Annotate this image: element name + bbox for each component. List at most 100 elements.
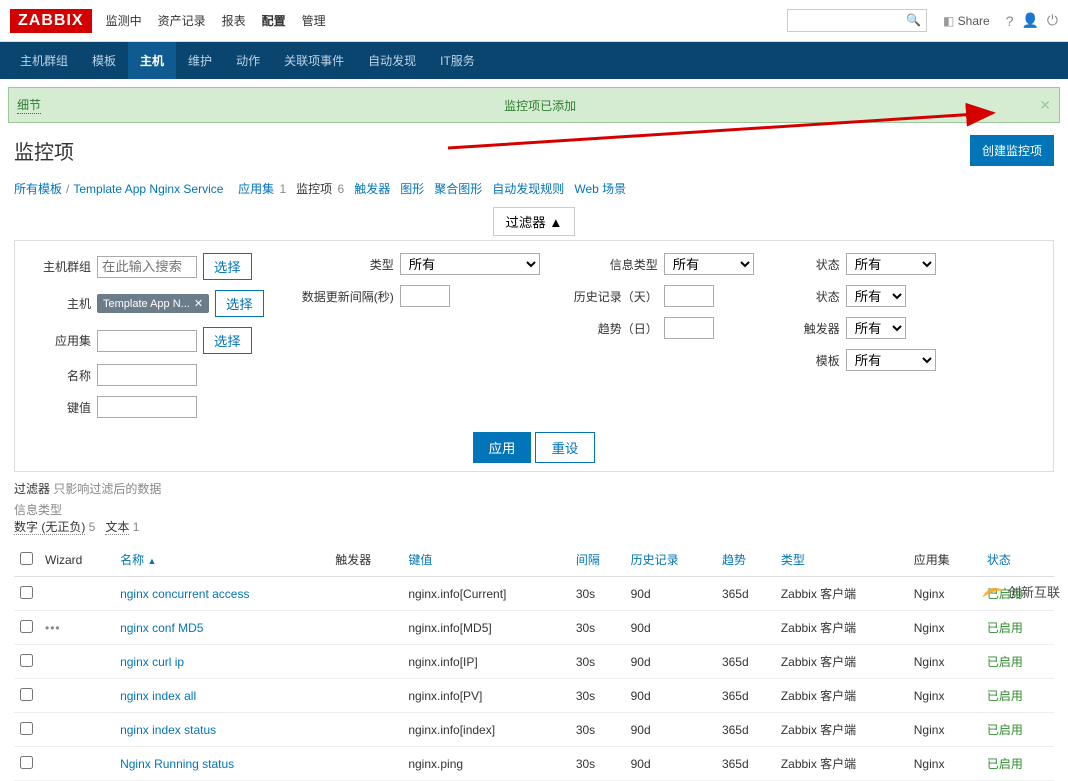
table-row: Nginx Running statusnginx.ping30s90d365d… (14, 747, 1054, 781)
status-link[interactable]: 已启用 (987, 655, 1023, 669)
interval-input[interactable] (400, 285, 450, 307)
user-icon[interactable]: 👤 (1021, 12, 1038, 29)
bc-自动发现规则[interactable]: 自动发现规则 (492, 182, 564, 196)
trigger-select[interactable]: 所有 (846, 317, 906, 339)
item-name-link[interactable]: nginx index status (120, 723, 216, 737)
row-checkbox[interactable] (20, 586, 33, 599)
topnav-资产记录[interactable]: 资产记录 (150, 6, 214, 35)
items-table: Wizard 名称 ▲ 触发器 键值 间隔 历史记录 趋势 类型 应用集 状态 … (14, 543, 1054, 781)
message-close-icon[interactable]: ✕ (1039, 97, 1051, 114)
breadcrumb: 所有模板 / Template App Nginx Service 应用集 1 … (0, 174, 1068, 203)
col-trend[interactable]: 趋势 (716, 543, 775, 577)
col-status[interactable]: 状态 (981, 543, 1054, 577)
type-select[interactable]: 所有 (400, 253, 540, 275)
bc-监控项[interactable]: 监控项 (296, 182, 332, 196)
sort-asc-icon: ▲ (147, 556, 156, 566)
info-types: 信息类型 数字 (无正负) 5 文本 1 (0, 499, 1068, 543)
status-link[interactable]: 已启用 (987, 723, 1023, 737)
topnav-管理[interactable]: 管理 (294, 6, 334, 35)
host-select-button[interactable]: 选择 (215, 290, 264, 317)
topbar-left: ZABBIX 监测中资产记录报表配置管理 (10, 6, 334, 35)
name-input[interactable] (97, 364, 197, 386)
subnav-主机群组[interactable]: 主机群组 (8, 42, 80, 79)
share-button[interactable]: ◧ Share (935, 11, 998, 31)
subnav-模板[interactable]: 模板 (80, 42, 128, 79)
bc-触发器[interactable]: 触发器 (354, 182, 390, 196)
item-name-link[interactable]: nginx conf MD5 (120, 621, 203, 635)
wizard-dots-icon[interactable]: ••• (45, 621, 61, 635)
info-type-select[interactable]: 所有 (664, 253, 754, 275)
host-badge[interactable]: Template App N...✕ (97, 294, 209, 313)
col-interval[interactable]: 间隔 (570, 543, 625, 577)
create-item-button[interactable]: 创建监控项 (970, 135, 1054, 166)
col-history[interactable]: 历史记录 (625, 543, 716, 577)
item-name-link[interactable]: nginx concurrent access (120, 587, 249, 601)
label-host: 主机 (35, 295, 91, 312)
subnav-动作[interactable]: 动作 (224, 42, 272, 79)
apply-button[interactable]: 应用 (473, 432, 532, 463)
col-key[interactable]: 键值 (402, 543, 569, 577)
reset-button[interactable]: 重设 (535, 432, 596, 463)
appset-input[interactable] (97, 330, 197, 352)
bc-all-templates[interactable]: 所有模板 (14, 180, 62, 197)
host-badge-remove-icon[interactable]: ✕ (194, 297, 203, 310)
info-type-text[interactable]: 文本 (105, 520, 129, 535)
hostgroup-select-button[interactable]: 选择 (203, 253, 252, 280)
filter-panel: 主机群组选择 主机Template App N...✕选择 应用集选择 名称 键… (14, 240, 1054, 472)
status1-select[interactable]: 所有 (846, 253, 936, 275)
status-link[interactable]: 已启用 (987, 621, 1023, 635)
row-checkbox[interactable] (20, 756, 33, 769)
topnav-监测中[interactable]: 监测中 (98, 6, 150, 35)
bc-聚合图形[interactable]: 聚合图形 (434, 182, 482, 196)
topnav-配置[interactable]: 配置 (254, 6, 294, 35)
topbar-right: 🔍 ◧ Share ? 👤 ⏻ (787, 9, 1058, 32)
bc-Web 场景[interactable]: Web 场景 (574, 182, 626, 196)
help-icon[interactable]: ? (1006, 13, 1014, 29)
bc-图形[interactable]: 图形 (400, 182, 424, 196)
appset-select-button[interactable]: 选择 (203, 327, 252, 354)
bc-template-name[interactable]: Template App Nginx Service (73, 182, 223, 196)
table-row: nginx concurrent accessnginx.info[Curren… (14, 577, 1054, 611)
subnav-维护[interactable]: 维护 (176, 42, 224, 79)
item-name-link[interactable]: Nginx Running status (120, 757, 234, 771)
trend-input[interactable] (664, 317, 714, 339)
item-name-link[interactable]: nginx index all (120, 689, 196, 703)
row-checkbox[interactable] (20, 688, 33, 701)
col-triggers: 触发器 (329, 543, 402, 577)
subnav-关联项事件[interactable]: 关联项事件 (272, 42, 356, 79)
row-checkbox[interactable] (20, 620, 33, 633)
message-text: 监控项已添加 (41, 97, 1039, 114)
subnav-IT服务[interactable]: IT服务 (428, 42, 487, 79)
label-status1: 状态 (784, 256, 840, 273)
label-hostgroup: 主机群组 (35, 258, 91, 275)
page-title: 监控项 (14, 136, 74, 165)
status2-select[interactable]: 所有 (846, 285, 906, 307)
subnav-自动发现[interactable]: 自动发现 (356, 42, 428, 79)
status-link[interactable]: 已启用 (987, 689, 1023, 703)
status-link[interactable]: 已启用 (987, 757, 1023, 771)
sub-nav: 主机群组模板主机维护动作关联项事件自动发现IT服务 (0, 42, 1068, 79)
topnav-报表[interactable]: 报表 (214, 6, 254, 35)
template-select[interactable]: 所有 (846, 349, 936, 371)
col-name[interactable]: 名称 ▲ (114, 543, 329, 577)
item-name-link[interactable]: nginx curl ip (120, 655, 184, 669)
logo[interactable]: ZABBIX (10, 9, 92, 33)
row-checkbox[interactable] (20, 722, 33, 735)
label-template: 模板 (784, 352, 840, 369)
search-icon[interactable]: 🔍 (906, 13, 921, 27)
key-input[interactable] (97, 396, 197, 418)
bc-应用集[interactable]: 应用集 (238, 182, 274, 196)
select-all-checkbox[interactable] (20, 552, 33, 565)
history-input[interactable] (664, 285, 714, 307)
filter-toggle-button[interactable]: 过滤器 ▲ (493, 207, 576, 236)
row-checkbox[interactable] (20, 654, 33, 667)
power-icon[interactable]: ⏻ (1047, 12, 1058, 29)
message-detail-link[interactable]: 细节 (17, 96, 41, 114)
col-type[interactable]: 类型 (775, 543, 908, 577)
table-row: •••nginx conf MD5nginx.info[MD5]30s90dZa… (14, 611, 1054, 645)
label-status2: 状态 (784, 288, 840, 305)
info-type-numeric[interactable]: 数字 (无正负) (14, 520, 85, 535)
hostgroup-input[interactable] (97, 256, 197, 278)
label-type: 类型 (294, 256, 394, 273)
subnav-主机[interactable]: 主机 (128, 42, 176, 79)
